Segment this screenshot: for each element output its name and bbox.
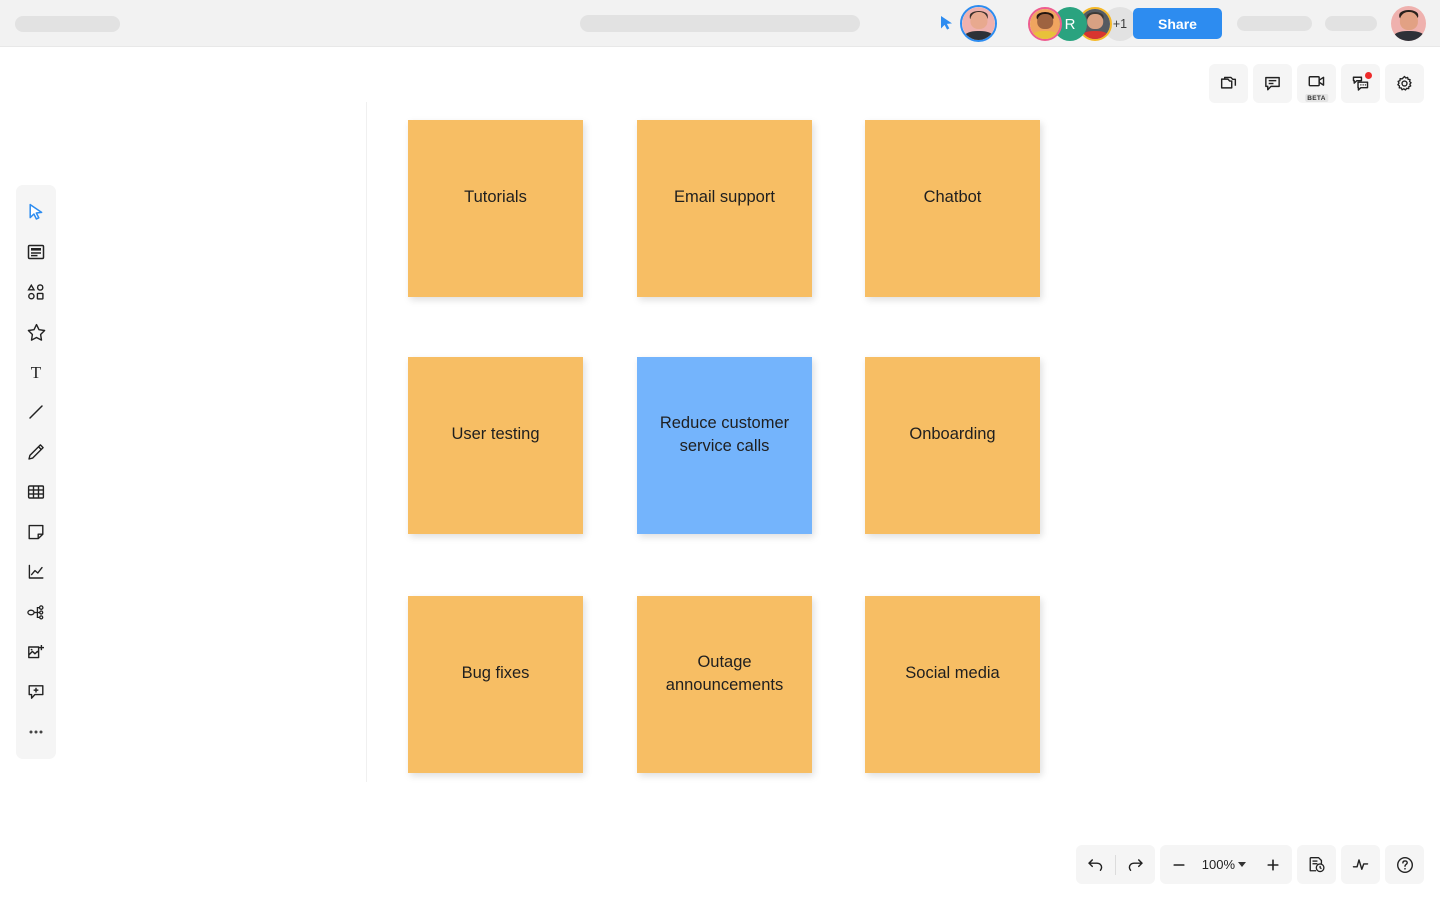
- account-avatar[interactable]: [1391, 6, 1426, 41]
- pointer-cursor-icon[interactable]: [938, 14, 956, 32]
- zoom-group: 100%: [1160, 845, 1292, 884]
- search-placeholder[interactable]: [580, 15, 860, 32]
- bottom-right-toolbar: 100%: [1076, 845, 1424, 884]
- sticker-tool[interactable]: [16, 312, 56, 352]
- shapes-tool[interactable]: [16, 272, 56, 312]
- image-tool[interactable]: [16, 632, 56, 672]
- toolbar-placeholder-1[interactable]: [1237, 16, 1312, 31]
- history-button[interactable]: [1297, 845, 1336, 884]
- activity-button[interactable]: [1341, 845, 1380, 884]
- table-tool[interactable]: [16, 472, 56, 512]
- redo-button[interactable]: [1116, 845, 1155, 884]
- beta-badge: BETA: [1305, 94, 1328, 102]
- svg-text:T: T: [31, 363, 42, 382]
- note-social-media[interactable]: Social media: [865, 596, 1040, 773]
- notification-dot: [1365, 72, 1372, 79]
- pen-tool[interactable]: [16, 432, 56, 472]
- board-title-placeholder[interactable]: [15, 16, 120, 32]
- note-user-testing[interactable]: User testing: [408, 357, 583, 534]
- board-canvas[interactable]: Tutorials Email support Chatbot User testin…: [0, 47, 1440, 900]
- sticky-note-text: Social media: [905, 662, 999, 684]
- note-tutorials[interactable]: Tutorials: [408, 120, 583, 297]
- select-tool[interactable]: [16, 192, 56, 232]
- sticky-note-text: User testing: [451, 423, 539, 445]
- top-right-toolbar: BETA: [1209, 64, 1424, 103]
- top-bar: R +1 Share: [0, 0, 1440, 47]
- frames-button[interactable]: [1209, 64, 1248, 103]
- note-outage-announcements[interactable]: Outage announcements: [637, 596, 812, 773]
- chevron-down-icon[interactable]: [1238, 862, 1246, 867]
- zoom-level-label[interactable]: 100%: [1199, 857, 1238, 872]
- avatar-image: [1391, 6, 1426, 41]
- history-group: [1297, 845, 1336, 884]
- chart-tool[interactable]: [16, 552, 56, 592]
- undo-redo-group: [1076, 845, 1155, 884]
- left-tool-palette: T: [16, 185, 56, 759]
- avatar-image: [1030, 9, 1060, 39]
- help-group: [1385, 845, 1424, 884]
- comment-tool[interactable]: [16, 672, 56, 712]
- sticky-note-text: Onboarding: [909, 423, 995, 445]
- sticky-note-text: Outage announcements: [653, 651, 796, 696]
- video-chat-button[interactable]: BETA: [1297, 64, 1336, 103]
- template-tool[interactable]: [16, 232, 56, 272]
- sticky-note-tool[interactable]: [16, 512, 56, 552]
- sticky-note-text: Email support: [674, 186, 775, 208]
- note-chatbot[interactable]: Chatbot: [865, 120, 1040, 297]
- avatar-current-user[interactable]: [960, 5, 997, 42]
- avatar-image: [962, 7, 995, 40]
- more-tools[interactable]: [16, 712, 56, 752]
- note-email-support[interactable]: Email support: [637, 120, 812, 297]
- avatar-collaborator-1[interactable]: [1028, 7, 1062, 41]
- note-bug-fixes[interactable]: Bug fixes: [408, 596, 583, 773]
- sticky-note-text: Tutorials: [464, 186, 527, 208]
- text-tool[interactable]: T: [16, 352, 56, 392]
- note-onboarding[interactable]: Onboarding: [865, 357, 1040, 534]
- undo-button[interactable]: [1076, 845, 1115, 884]
- settings-button[interactable]: [1385, 64, 1424, 103]
- toolbar-placeholder-2[interactable]: [1325, 16, 1377, 31]
- sticky-note-text: Chatbot: [924, 186, 982, 208]
- line-tool[interactable]: [16, 392, 56, 432]
- activity-group: [1341, 845, 1380, 884]
- comments-button[interactable]: [1253, 64, 1292, 103]
- frame-divider: [366, 102, 367, 782]
- share-button[interactable]: Share: [1133, 8, 1222, 39]
- mindmap-tool[interactable]: [16, 592, 56, 632]
- chat-button[interactable]: [1341, 64, 1380, 103]
- zoom-out-button[interactable]: [1160, 845, 1199, 884]
- note-reduce-service-calls[interactable]: Reduce customer service calls: [637, 357, 812, 534]
- help-button[interactable]: [1385, 845, 1424, 884]
- zoom-in-button[interactable]: [1253, 845, 1292, 884]
- sticky-note-text: Bug fixes: [462, 662, 530, 684]
- sticky-note-text: Reduce customer service calls: [653, 412, 796, 457]
